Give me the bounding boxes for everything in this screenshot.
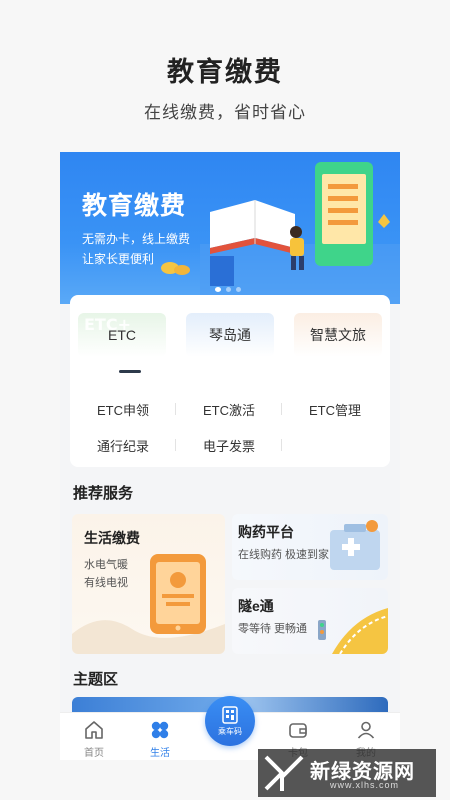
banner-illustration [161,162,400,304]
tunnel-road-icon [318,608,388,654]
page-dot[interactable] [236,287,241,292]
tab-life-label: 生活 [150,748,170,759]
banner-title: 教育缴费 [82,192,187,220]
menu-item-etc-apply[interactable]: ETC申领 [70,400,176,419]
phone-payment-icon [72,554,225,654]
service-medicine[interactable]: 购药平台 在线购药 极速到家 [232,514,388,580]
top-tabs: ETC+ ETC 琴岛通 智慧文旅 [78,313,382,357]
section-title-recommended: 推荐服务 [73,485,134,502]
ride-code-label: 乘车码 [218,727,242,736]
section-title-theme: 主题区 [73,671,119,688]
tab-smart-tourism-label: 智慧文旅 [310,327,366,343]
active-tab-indicator [119,370,141,373]
banner[interactable]: 教育缴费 无需办卡，线上缴费 让家长更便利 [60,152,400,304]
menu-item-etc-manage[interactable]: ETC管理 [282,400,388,419]
watermark: 新绿资源网 www.xlhs.com [258,749,436,797]
clover-icon [151,721,169,739]
promo-subtitle: 在线缴费，省时省心 [144,103,306,122]
tab-home-label: 首页 [84,748,104,759]
medicine-kit-icon [330,520,380,570]
etc-sub-menu: ETC申领 ETC激活 ETC管理 通行纪录 电子发票 [70,391,390,463]
service-card: ETC+ ETC 琴岛通 智慧文旅 ETC申领 ETC激活 ETC管理 通行纪录… [70,295,390,467]
qr-code-icon [222,706,238,724]
wallet-icon [289,723,307,738]
tab-qindaotong[interactable]: 琴岛通 [186,313,274,357]
menu-item-e-invoice[interactable]: 电子发票 [176,436,282,455]
page-dot[interactable] [226,287,231,292]
tab-etc[interactable]: ETC+ ETC [78,313,166,357]
tab-smart-tourism[interactable]: 智慧文旅 [294,313,382,357]
service-life-payment[interactable]: 生活缴费 水电气暖 有线电视 [72,514,225,654]
banner-line-1: 无需办卡，线上缴费 [82,232,191,246]
tab-home[interactable]: 首页 [60,713,128,760]
ride-code-button[interactable]: 乘车码 [205,696,255,746]
menu-item-etc-activate[interactable]: ETC激活 [176,400,282,419]
watermark-url: www.xlhs.com [330,780,400,790]
home-icon [85,721,103,739]
tab-qindaotong-label: 琴岛通 [209,327,251,343]
menu-item-toll-records[interactable]: 通行纪录 [70,436,176,455]
watermark-logo-icon [264,755,304,791]
banner-line-2: 让家长更便利 [82,252,155,266]
tab-etc-label: ETC [108,327,136,343]
tab-life[interactable]: 生活 [126,713,194,760]
promo-title: 教育缴费 [167,57,283,87]
user-icon [357,721,375,739]
banner-pagination [215,287,241,292]
phone-screen: 教育缴费 无需办卡，线上缴费 让家长更便利 ETC+ ETC 琴岛通 智慧文旅 … [60,152,400,760]
service-tunnel[interactable]: 隧e通 零等待 更畅通 [232,588,388,654]
page-dot[interactable] [215,287,221,292]
